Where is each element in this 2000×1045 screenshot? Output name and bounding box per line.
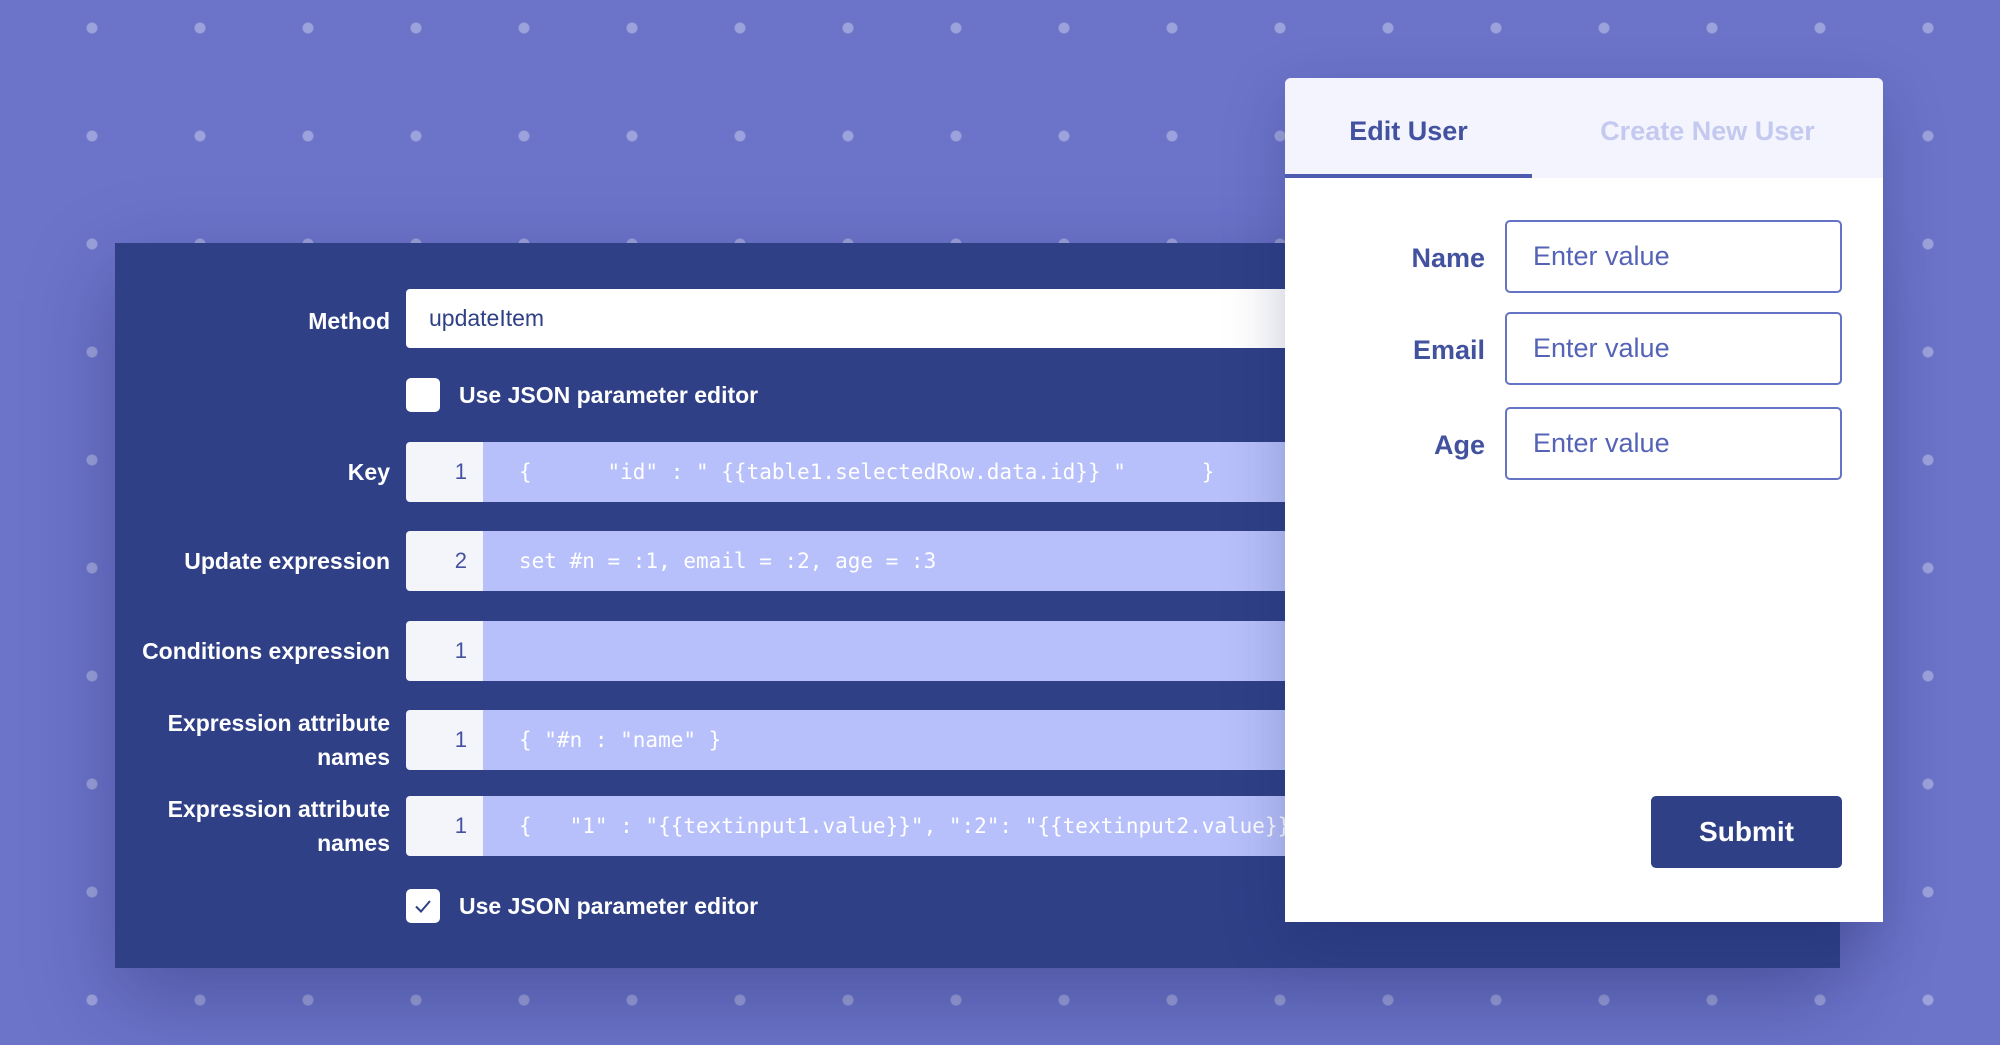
line-number: 1 (406, 710, 483, 770)
age-input[interactable] (1505, 407, 1842, 480)
email-label: Email (1412, 335, 1485, 365)
attr-names-1-label-line2: names (317, 744, 390, 770)
conditions-expression-label: Conditions expression (142, 638, 390, 664)
name-label: Name (1411, 243, 1485, 273)
json-editor-checkbox-top[interactable] (406, 378, 440, 412)
json-editor-label-top: Use JSON parameter editor (459, 382, 759, 408)
key-label: Key (347, 459, 390, 485)
method-label: Method (308, 308, 390, 334)
attr-names-1-label-line1: Expression attribute (167, 710, 390, 736)
attr-names-2-label-line1: Expression attribute (167, 796, 390, 822)
json-editor-checkbox-bottom[interactable] (406, 889, 440, 923)
name-input[interactable] (1505, 220, 1842, 293)
email-input[interactable] (1505, 312, 1842, 385)
tab-bar: Edit User Create New User (1285, 78, 1883, 178)
update-expression-label: Update expression (184, 548, 390, 574)
tab-edit-user[interactable]: Edit User (1285, 78, 1532, 178)
tab-create-new-user[interactable]: Create New User (1532, 78, 1883, 178)
age-label: Age (1433, 430, 1485, 460)
line-number: 1 (406, 796, 483, 856)
checkmark-icon (415, 900, 431, 913)
attr-names-2-label-line2: names (317, 830, 390, 856)
line-number: 1 (406, 621, 483, 681)
line-number: 1 (406, 442, 483, 502)
line-number: 2 (406, 531, 483, 591)
json-editor-label-bottom: Use JSON parameter editor (459, 893, 759, 919)
user-form-panel: Edit User Create New User Name Email Age… (1285, 78, 1883, 922)
submit-button[interactable]: Submit (1651, 796, 1842, 868)
